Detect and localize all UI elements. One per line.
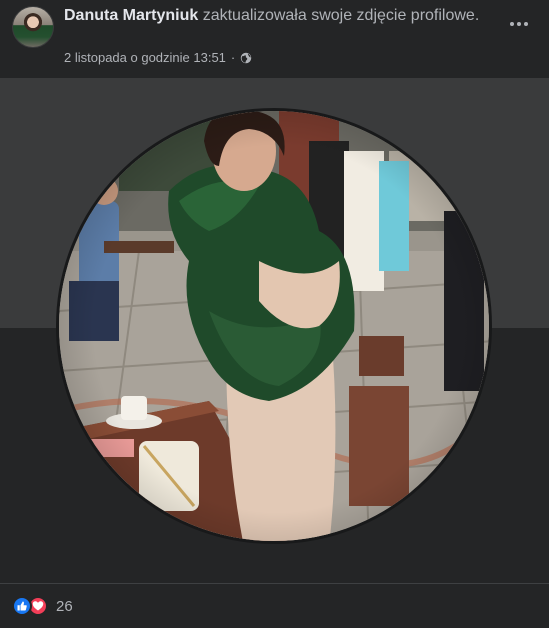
profile-photo-image [59, 111, 489, 541]
reactions-divider [0, 583, 549, 584]
like-icon[interactable] [12, 596, 32, 616]
post-header: Danuta Martyniuk zaktualizowała swoje zd… [0, 0, 549, 78]
globe-icon[interactable] [240, 52, 252, 64]
reactions-bar[interactable]: 26 [12, 596, 73, 616]
post-meta: 2 listopada o godzinie 13:51 · [64, 50, 252, 65]
meta-separator: · [230, 50, 236, 65]
reaction-count[interactable]: 26 [56, 598, 73, 615]
post-action-text: zaktualizowała swoje zdjęcie profilowe. [198, 7, 480, 24]
author-name[interactable]: Danuta Martyniuk [64, 7, 198, 24]
author-avatar[interactable] [12, 6, 54, 48]
post-headline: Danuta Martyniuk zaktualizowała swoje zd… [64, 6, 484, 26]
more-options-icon[interactable] [507, 14, 531, 34]
post-timestamp[interactable]: 2 listopada o godzinie 13:51 [64, 50, 226, 65]
profile-photo-area[interactable] [0, 78, 549, 583]
profile-photo[interactable] [56, 108, 492, 544]
